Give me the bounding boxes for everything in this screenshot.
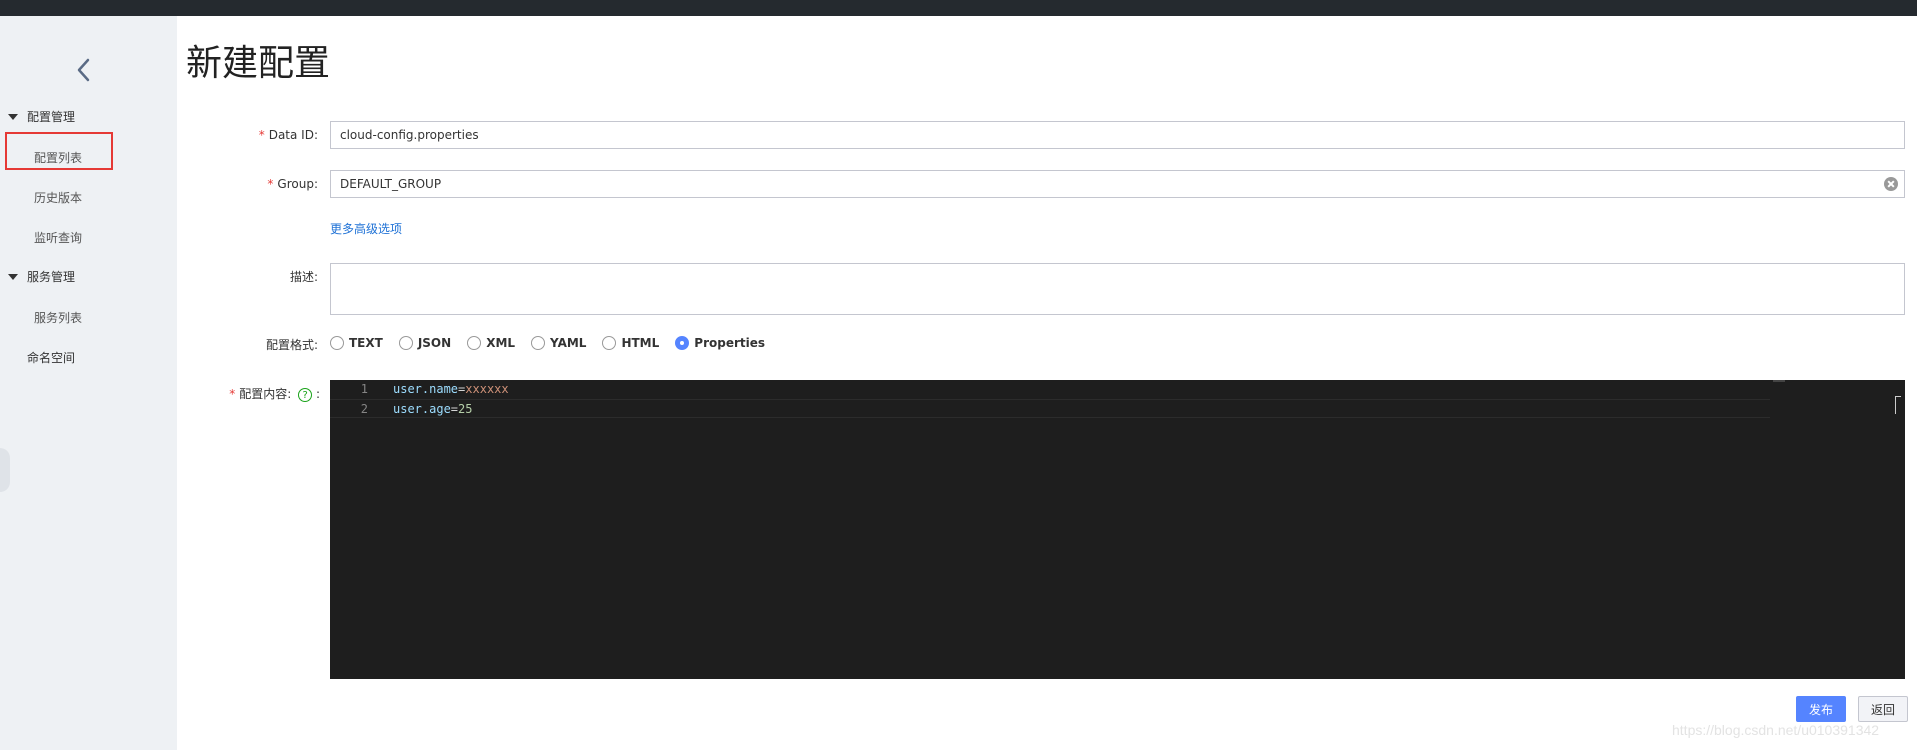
active-item-highlight [5, 132, 113, 170]
data-id-input[interactable]: cloud-config.properties [330, 121, 1905, 149]
radio-circle [531, 336, 546, 350]
sidebar-item-service-list[interactable]: 服务列表 [34, 309, 82, 326]
publish-button[interactable]: 发布 [1796, 696, 1846, 722]
caret-down-icon [8, 273, 18, 280]
editor-scrollbar[interactable] [1895, 396, 1901, 414]
format-label: 配置格式: [265, 338, 318, 352]
description-label: 描述: [289, 270, 318, 284]
required-mark: * [258, 128, 265, 142]
code-line-1: 1 user.name=xxxxxx [330, 380, 1770, 399]
sidebar-group-label: 配置管理 [27, 110, 76, 124]
top-bar [0, 0, 1917, 16]
help-icon[interactable]: ? [298, 387, 313, 402]
description-textarea[interactable] [330, 263, 1905, 315]
radio-circle [602, 336, 617, 350]
code-text: user.name=xxxxxx [393, 382, 509, 396]
code-text: user.age=25 [393, 402, 473, 416]
advanced-options-link[interactable]: 更多高级选项 [330, 220, 402, 237]
radio-circle-checked [675, 336, 690, 350]
sidebar-group-label: 服务管理 [27, 270, 76, 284]
line-number: 1 [360, 382, 368, 396]
sidebar-drawer-handle[interactable] [0, 448, 10, 492]
format-radio-html[interactable]: HTML [602, 336, 659, 350]
sidebar-item-listener-query[interactable]: 监听查询 [34, 229, 82, 246]
watermark: https://blog.csdn.net/u010391342 [1672, 722, 1880, 738]
sidebar-item-namespace[interactable]: 命名空间 [27, 349, 75, 366]
group-input[interactable]: DEFAULT_GROUP [330, 170, 1905, 198]
code-editor[interactable]: 1 user.name=xxxxxx 2 user.age=25 [330, 380, 1905, 679]
chevron-left-icon[interactable] [72, 56, 96, 84]
format-radio-json[interactable]: JSON [398, 336, 451, 350]
code-line-2: 2 user.age=25 [330, 399, 1770, 418]
radio-circle [330, 336, 344, 350]
minimap-marker [1773, 380, 1785, 382]
required-mark: * [229, 387, 236, 401]
radio-circle [398, 336, 413, 350]
caret-down-icon [8, 113, 18, 120]
sidebar-group-config-management[interactable]: 配置管理 [8, 108, 75, 125]
format-radio-xml[interactable]: XML [467, 336, 515, 350]
sidebar: 配置管理 配置列表 历史版本 监听查询 服务管理 服务列表 命名空间 [0, 16, 177, 750]
group-input-value: DEFAULT_GROUP [340, 177, 442, 191]
format-radio-yaml[interactable]: YAML [531, 336, 586, 350]
group-label: * Group: [267, 177, 318, 191]
content-label: * 配置内容: ? : [229, 387, 320, 402]
clear-icon[interactable] [1884, 177, 1898, 191]
required-mark: * [267, 177, 274, 191]
page-title: 新建配置 [186, 43, 331, 84]
data-id-label: * Data ID: [258, 128, 318, 142]
back-button[interactable]: 返回 [1858, 696, 1908, 722]
sidebar-group-service-management[interactable]: 服务管理 [8, 268, 75, 285]
format-radio-properties[interactable]: Properties [675, 336, 765, 350]
radio-circle [467, 336, 482, 350]
format-radio-text[interactable]: TEXT [330, 336, 383, 350]
sidebar-item-history[interactable]: 历史版本 [34, 189, 82, 206]
line-number: 2 [360, 402, 368, 416]
format-radio-group: TEXT JSON XML YAML HTML Properties [330, 336, 781, 350]
